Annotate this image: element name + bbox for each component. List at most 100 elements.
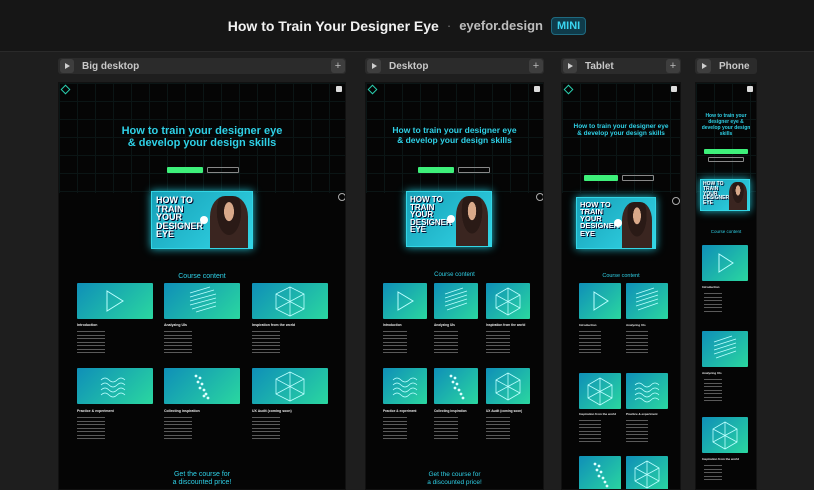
- secondary-button[interactable]: [207, 167, 239, 173]
- close-icon[interactable]: [672, 197, 680, 205]
- preview-frame-big-desktop[interactable]: How to train your designer eye & develop…: [58, 82, 346, 490]
- play-icon[interactable]: [60, 59, 74, 73]
- card-introduction[interactable]: [77, 283, 153, 319]
- card-introduction[interactable]: [383, 283, 427, 319]
- hero-title: How to train your designer eye & develop…: [59, 125, 345, 149]
- card-ux-audit[interactable]: [486, 368, 530, 404]
- card-practice[interactable]: [383, 368, 427, 404]
- plus-icon[interactable]: +: [666, 59, 680, 73]
- card-title: Inspiration from the world: [579, 412, 617, 416]
- card-title: UX Audit (coming soon): [486, 409, 523, 413]
- mini-badge: MINI: [551, 16, 587, 35]
- card-collecting[interactable]: [579, 456, 621, 489]
- card-title: Collecting inspiration: [164, 409, 200, 413]
- cube-icon: [587, 377, 613, 406]
- column-header-phone: Phone: [695, 58, 757, 74]
- social-icon[interactable]: [671, 86, 677, 92]
- start-button[interactable]: [418, 167, 454, 173]
- video-line: EYE: [703, 200, 714, 206]
- grid-background: [562, 83, 680, 193]
- section-title: Course content: [710, 229, 742, 234]
- lesson-list: [164, 417, 192, 442]
- diagonal-lines-icon: [713, 335, 737, 359]
- card-title: Practice & experiment: [383, 409, 417, 413]
- card-title: Analyzing UIs: [702, 371, 722, 375]
- play-button-icon[interactable]: [447, 214, 456, 223]
- card-title: Inspiration from the world: [702, 457, 740, 461]
- column-label: Big desktop: [82, 60, 140, 72]
- column-header-big-desktop: Big desktop +: [58, 58, 346, 74]
- lesson-list: [626, 331, 648, 356]
- card-ux-audit[interactable]: [626, 456, 668, 489]
- dots-icon: [449, 374, 465, 400]
- card-title: Inspiration from the world: [486, 323, 526, 327]
- secondary-button[interactable]: [458, 167, 490, 173]
- card-analyzing-uis[interactable]: [626, 283, 668, 319]
- play-icon[interactable]: [563, 59, 577, 73]
- hero-title: How to train your designer eye & develop…: [562, 123, 680, 137]
- lesson-list: [704, 465, 722, 483]
- hexagon-icon: [495, 372, 521, 401]
- play-icon: [718, 253, 734, 273]
- play-button-icon[interactable]: [614, 219, 623, 227]
- hero-line-1: How to train your designer eye: [392, 125, 517, 135]
- card-introduction[interactable]: [579, 283, 621, 319]
- card-introduction[interactable]: [702, 245, 748, 281]
- card-title: Practice & experiment: [77, 409, 114, 413]
- card-title: Analyzing UIs: [164, 323, 187, 327]
- dots-icon: [593, 462, 609, 488]
- section-title: Course content: [602, 273, 640, 279]
- course-video[interactable]: HOW TO TRAIN YOUR DESIGNER EYE: [406, 191, 492, 247]
- preview-frame-tablet[interactable]: How to train your designer eye & develop…: [561, 82, 681, 490]
- preview-frame-phone[interactable]: How to train your designer eye & develop…: [695, 82, 757, 490]
- social-icon[interactable]: [336, 86, 342, 92]
- lesson-list: [434, 331, 458, 356]
- card-inspiration[interactable]: [252, 283, 328, 319]
- title-separator: ·: [446, 18, 452, 33]
- play-icon[interactable]: [367, 59, 381, 73]
- card-practice[interactable]: [626, 373, 668, 409]
- start-button[interactable]: [167, 167, 203, 173]
- secondary-button[interactable]: [622, 175, 654, 181]
- video-title: HOW TO TRAIN YOUR DESIGNER EYE: [703, 182, 729, 206]
- card-inspiration[interactable]: [486, 283, 530, 319]
- card-analyzing-uis[interactable]: [702, 331, 748, 367]
- card-title: Collecting inspiration: [434, 409, 467, 413]
- social-icon[interactable]: [534, 86, 540, 92]
- card-collecting[interactable]: [434, 368, 478, 404]
- cube-icon: [275, 286, 305, 317]
- card-analyzing-uis[interactable]: [434, 283, 478, 319]
- cta-text: Get the course for a discounted price!: [59, 471, 345, 488]
- site-link[interactable]: eyefor.design: [459, 18, 543, 33]
- project-title: How to Train Your Designer Eye: [227, 17, 439, 34]
- card-analyzing-uis[interactable]: [164, 283, 240, 319]
- lesson-list: [77, 417, 105, 442]
- course-video[interactable]: HOW TO TRAIN YOUR DESIGNER EYE: [151, 191, 253, 249]
- card-ux-audit[interactable]: [252, 368, 328, 404]
- instructor-photo: [728, 182, 748, 210]
- course-video[interactable]: HOW TO TRAIN YOUR DESIGNER EYE: [576, 197, 656, 249]
- hexagon-icon: [275, 371, 305, 402]
- card-title: Introduction: [383, 323, 402, 327]
- close-icon[interactable]: [536, 193, 543, 201]
- play-button-icon[interactable]: [200, 215, 208, 224]
- preview-frame-desktop[interactable]: How to train your designer eye & develop…: [365, 82, 544, 490]
- secondary-button[interactable]: [708, 157, 744, 162]
- card-inspiration[interactable]: [579, 373, 621, 409]
- play-icon[interactable]: [697, 59, 711, 73]
- plus-icon[interactable]: +: [529, 59, 543, 73]
- course-video[interactable]: HOW TO TRAIN YOUR DESIGNER EYE: [700, 179, 750, 211]
- card-title: Introduction: [77, 323, 98, 327]
- cube-icon: [712, 421, 738, 450]
- plus-icon[interactable]: +: [331, 59, 345, 73]
- play-icon: [106, 290, 124, 312]
- start-button[interactable]: [584, 175, 618, 181]
- social-icon[interactable]: [747, 86, 753, 92]
- start-button[interactable]: [704, 149, 748, 154]
- card-collecting[interactable]: [164, 368, 240, 404]
- card-practice[interactable]: [77, 368, 153, 404]
- column-label: Tablet: [585, 60, 614, 72]
- lesson-list: [704, 293, 722, 314]
- card-inspiration[interactable]: [702, 417, 748, 453]
- close-icon[interactable]: [338, 193, 345, 201]
